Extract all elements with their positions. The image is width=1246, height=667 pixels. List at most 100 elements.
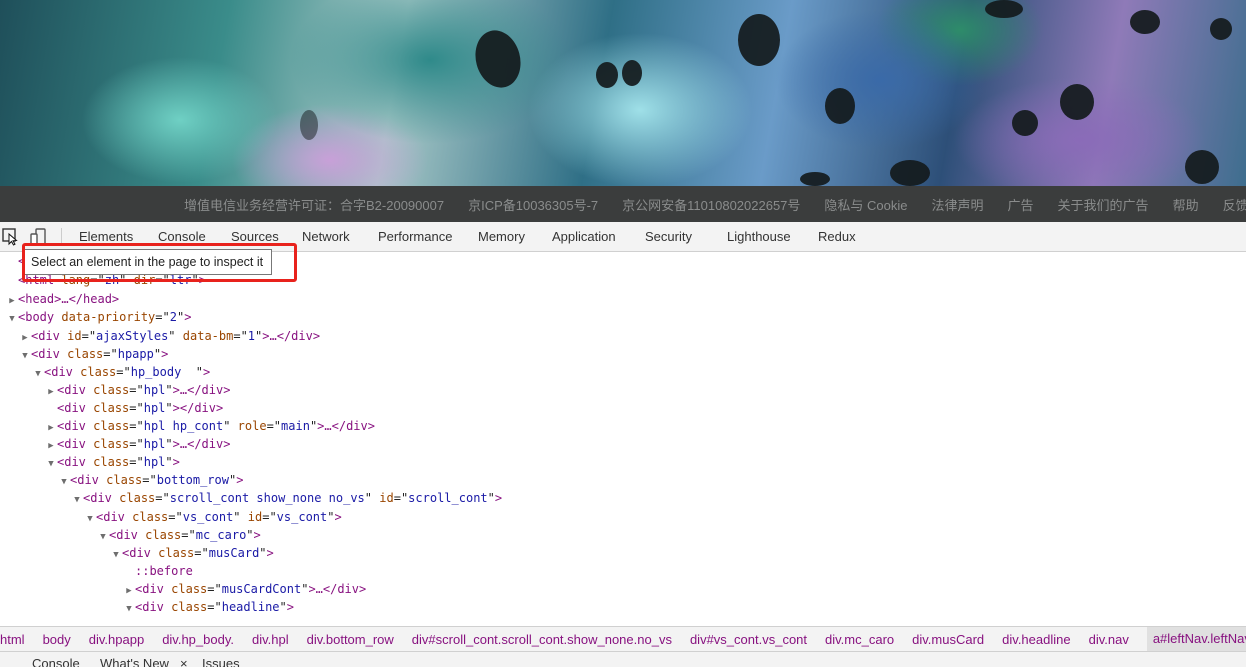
breadcrumb-item[interactable]: div.hpl <box>252 632 289 647</box>
background-image <box>0 0 1246 186</box>
footer-link-icp[interactable]: 京ICP备10036305号-7 <box>468 195 598 214</box>
breadcrumb-item[interactable]: html <box>0 632 25 647</box>
tag-name: <div <box>96 510 125 524</box>
footer-link-feedback[interactable]: 反馈 <box>1223 195 1246 214</box>
footer-link-license[interactable]: 增值电信业务经营许可证：合字B2-20090007 <box>184 195 444 214</box>
breadcrumb-item[interactable]: div.mc_caro <box>825 632 894 647</box>
drawer-tab-issues[interactable]: Issues <box>202 656 240 667</box>
attr-quote: " <box>165 437 173 451</box>
breadcrumb-item[interactable]: a#leftNav.leftNav. <box>1146 627 1246 651</box>
attr-quote: " <box>364 491 373 505</box>
breadcrumb-item[interactable]: div.musCard <box>912 632 984 647</box>
attr-value: vs_cont <box>182 510 234 524</box>
footer-links: 增值电信业务经营许可证：合字B2-20090007 京ICP备10036305号… <box>184 186 1246 222</box>
tag-close: >…</div> <box>172 437 231 451</box>
footer-link-about-ads[interactable]: 关于我们的广告 <box>1058 195 1149 214</box>
expand-triangle-icon[interactable]: ▼ <box>123 600 135 618</box>
dom-node-line[interactable]: ▼ <div class="bottom_row"> <box>0 471 1246 489</box>
dom-node-line[interactable]: ::before <box>0 562 1246 580</box>
attr-quote: " <box>279 600 287 614</box>
dom-node-line[interactable]: ▼ <body data-priority="2"> <box>0 308 1246 326</box>
footer-link-ads[interactable]: 广告 <box>1008 195 1034 214</box>
attr-quote: =" <box>262 510 277 524</box>
dom-node-line[interactable]: ▼ <div class="hpl"> <box>0 453 1246 471</box>
tab-redux[interactable]: Redux <box>818 222 856 252</box>
dom-node-line[interactable]: ▶ <div id="ajaxStyles" data-bm="1">…</div… <box>0 327 1246 345</box>
tab-application[interactable]: Application <box>552 222 616 252</box>
attr-name: class <box>93 419 130 433</box>
tag-name: <head <box>18 292 55 306</box>
breadcrumb-item[interactable]: div.hpapp <box>89 632 144 647</box>
device-toolbar-icon[interactable] <box>30 228 46 245</box>
attr-quote: =" <box>233 329 248 343</box>
attr-quote: " <box>223 419 231 433</box>
attr-name: class <box>106 473 143 487</box>
tag-name: <div <box>57 455 86 469</box>
tab-performance[interactable]: Performance <box>378 222 452 252</box>
tab-security[interactable]: Security <box>645 222 692 252</box>
attr-quote: =" <box>181 528 196 542</box>
tag-name: <div <box>44 365 73 379</box>
dom-node-line[interactable]: ▶ <head>…</head> <box>0 290 1246 308</box>
breadcrumb-item[interactable]: div.nav <box>1089 632 1129 647</box>
footer-link-help[interactable]: 帮助 <box>1173 195 1199 214</box>
breadcrumb-item[interactable]: body <box>43 632 71 647</box>
attr-quote: =" <box>129 437 144 451</box>
tag-close: >…</div> <box>172 383 231 397</box>
attr-quote: " <box>195 365 203 379</box>
footer-link-legal[interactable]: 法律声明 <box>932 195 984 214</box>
inspect-element-icon[interactable] <box>2 228 18 246</box>
attr-name: class <box>158 546 195 560</box>
footer-link-police[interactable]: 京公网安备11010802022657号 <box>622 195 800 214</box>
tag-close: > <box>184 310 192 324</box>
dom-node-line[interactable]: ▼ <div class="scroll_cont show_none no_vs… <box>0 489 1246 507</box>
dom-node-line[interactable]: ▼ <div class="vs_cont" id="vs_cont"> <box>0 508 1246 526</box>
dom-node-line[interactable]: ▶ <div class="musCardCont">…</div> <box>0 580 1246 598</box>
dom-node-line[interactable]: ▼ <div class="musCard"> <box>0 544 1246 562</box>
dom-node-line[interactable]: ▼ <div class="hp_body "> <box>0 363 1246 381</box>
breadcrumb-item[interactable]: div.bottom_row <box>307 632 394 647</box>
attr-value: vs_cont <box>276 510 328 524</box>
expand-triangle-icon[interactable]: ▼ <box>71 491 83 509</box>
attr-quote: =" <box>81 329 97 343</box>
tag-close: >…</div> <box>308 582 367 596</box>
dom-node-line[interactable]: ▼ <div class="mc_caro"> <box>0 526 1246 544</box>
attr-value: mc_caro <box>195 528 247 542</box>
attr-value: scroll_cont show_none no_vs <box>169 491 365 505</box>
tag-name: <body <box>18 310 55 324</box>
tab-network[interactable]: Network <box>302 222 350 252</box>
attr-name: id <box>67 329 82 343</box>
tag-close: >…</head> <box>54 292 120 306</box>
tag-name: <div <box>31 347 60 361</box>
tag-name: <div <box>109 528 138 542</box>
drawer-tab-close-icon[interactable]: × <box>180 656 188 667</box>
dom-node-line[interactable]: ▶ <div class="hpl">…</div> <box>0 381 1246 399</box>
attr-name: role <box>237 419 267 433</box>
attr-name: class <box>80 365 117 379</box>
tag-name: <div <box>70 473 99 487</box>
attr-quote: =" <box>103 347 118 361</box>
dom-node-line[interactable]: <div class="hpl"></div> <box>0 399 1246 417</box>
attr-quote: =" <box>142 473 157 487</box>
footer-link-privacy[interactable]: 隐私与 Cookie <box>824 195 907 214</box>
breadcrumb-item[interactable]: div.headline <box>1002 632 1070 647</box>
tag-close: > <box>161 347 169 361</box>
drawer-tab-console[interactable]: Console <box>32 656 80 667</box>
breadcrumb-item[interactable]: div.hp_body. <box>162 632 234 647</box>
drawer-tab-whats-new[interactable]: What's New <box>100 656 169 667</box>
tag-name: <div <box>83 491 112 505</box>
attr-name: data-priority <box>61 310 156 324</box>
dom-node-line[interactable]: ▼ <div class="hpapp"> <box>0 345 1246 363</box>
dom-node-line[interactable]: ▼ <div class="headline"> <box>0 598 1246 616</box>
tab-memory[interactable]: Memory <box>478 222 525 252</box>
dom-node-line[interactable]: ▶ <div class="hpl hp_cont" role="main">…<… <box>0 417 1246 435</box>
annotation-highlight-box <box>22 243 297 282</box>
expand-triangle-icon[interactable]: ▼ <box>6 310 18 328</box>
dom-node-line[interactable]: ▶ <div class="hpl">…</div> <box>0 435 1246 453</box>
breadcrumb-item[interactable]: div#scroll_cont.scroll_cont.show_none.no… <box>412 632 672 647</box>
attr-value: hpapp <box>117 347 154 361</box>
attr-value: 1 <box>247 329 256 343</box>
tab-lighthouse[interactable]: Lighthouse <box>727 222 791 252</box>
attr-quote: " <box>168 329 176 343</box>
breadcrumb-item[interactable]: div#vs_cont.vs_cont <box>690 632 807 647</box>
